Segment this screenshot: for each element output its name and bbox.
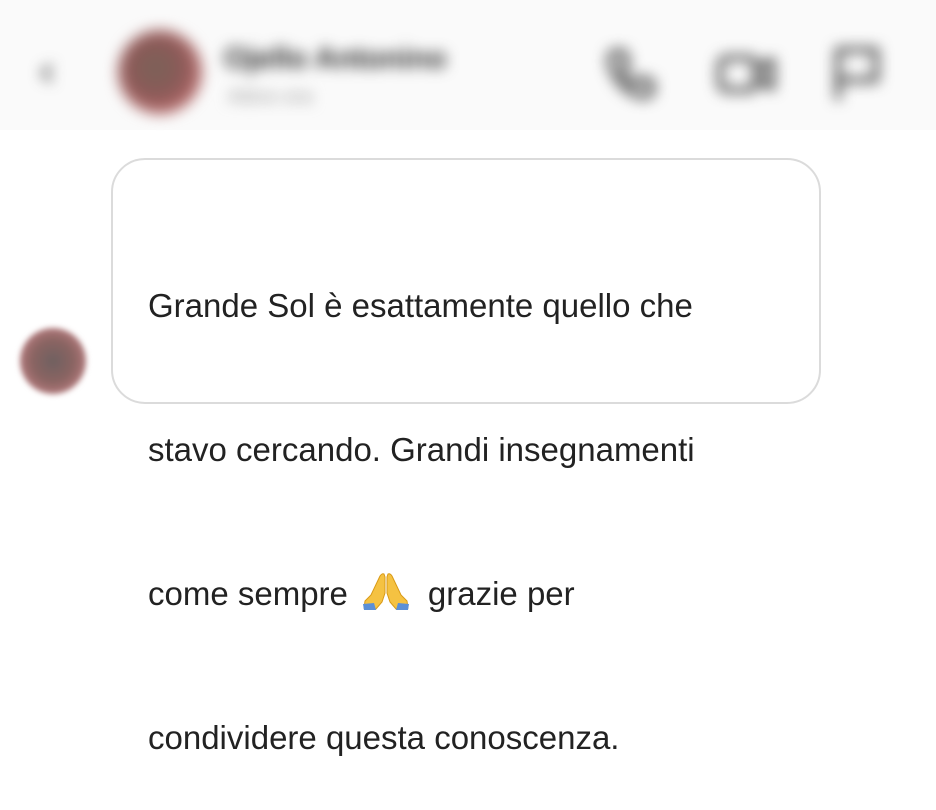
flag-icon[interactable]	[826, 44, 886, 104]
message-line: Grande Sol è esattamente quello che	[148, 287, 693, 324]
chevron-left-icon[interactable]: ‹	[38, 50, 56, 94]
video-camera-icon[interactable]	[716, 44, 776, 104]
phone-icon[interactable]	[600, 44, 660, 104]
chat-header: ‹ Ojello Antonino Attivo ora	[0, 0, 936, 130]
blurred-header-content: ‹ Ojello Antonino Attivo ora	[0, 0, 936, 130]
praying-hands-icon	[362, 573, 409, 610]
contact-avatar[interactable]	[118, 30, 202, 114]
message-line: stavo cercando. Grandi insegnamenti	[148, 431, 695, 468]
contact-status: Attivo ora	[228, 86, 313, 108]
message-line-text: come sempre	[148, 575, 348, 612]
message-line-text: grazie per	[427, 575, 575, 612]
message-line: condividere questa conoscenza.	[148, 719, 620, 756]
contact-name[interactable]: Ojello Antonino	[224, 42, 446, 76]
sender-avatar[interactable]	[20, 328, 86, 394]
message-line: come sempre grazie per	[148, 570, 808, 618]
message-text: Grande Sol è esattamente quello che stav…	[148, 186, 808, 810]
